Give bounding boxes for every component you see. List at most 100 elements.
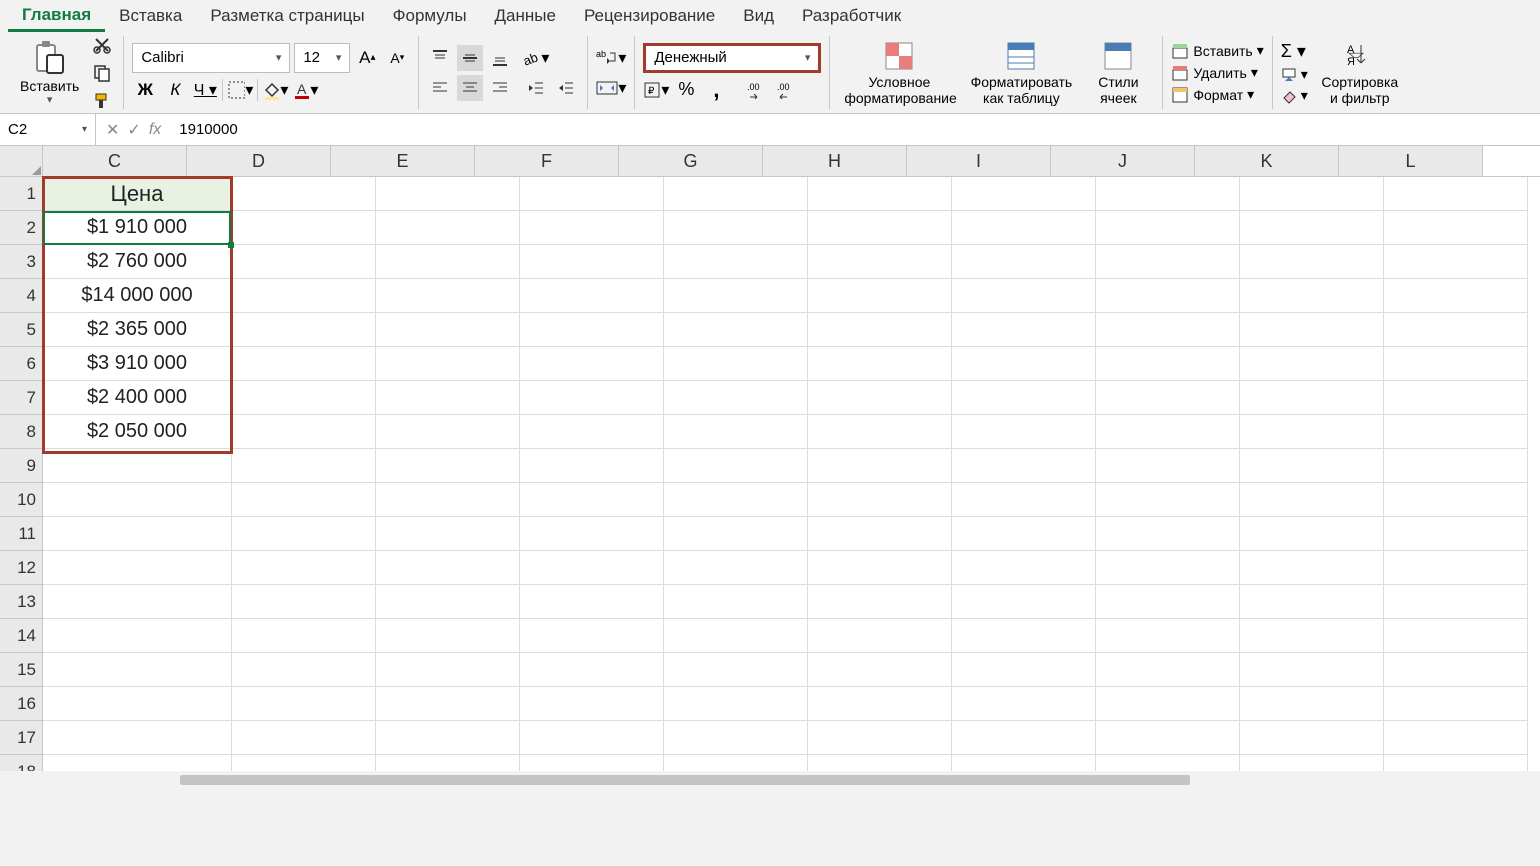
cell-H10[interactable]	[808, 483, 952, 517]
row-header-10[interactable]: 10	[0, 483, 43, 517]
cell-C6[interactable]: $3 910 000	[43, 347, 232, 381]
cell-I3[interactable]	[952, 245, 1096, 279]
cell-D14[interactable]	[232, 619, 376, 653]
cell-L12[interactable]	[1384, 551, 1528, 585]
cell-I15[interactable]	[952, 653, 1096, 687]
accounting-format-button[interactable]: ₽▾	[643, 77, 669, 103]
cell-D5[interactable]	[232, 313, 376, 347]
format-as-table-button[interactable]: Форматировать как таблицу	[960, 39, 1082, 106]
cell-H16[interactable]	[808, 687, 952, 721]
align-middle-button[interactable]	[457, 45, 483, 71]
row-header-6[interactable]: 6	[0, 347, 43, 381]
cell-H15[interactable]	[808, 653, 952, 687]
row-header-14[interactable]: 14	[0, 619, 43, 653]
cell-H12[interactable]	[808, 551, 952, 585]
cell-C7[interactable]: $2 400 000	[43, 381, 232, 415]
cell-G16[interactable]	[664, 687, 808, 721]
cell-H13[interactable]	[808, 585, 952, 619]
cell-L5[interactable]	[1384, 313, 1528, 347]
indent-increase-button[interactable]	[553, 75, 579, 101]
cell-F1[interactable]	[520, 177, 664, 211]
cell-K11[interactable]	[1240, 517, 1384, 551]
cell-I10[interactable]	[952, 483, 1096, 517]
cell-E10[interactable]	[376, 483, 520, 517]
cell-G14[interactable]	[664, 619, 808, 653]
cell-H9[interactable]	[808, 449, 952, 483]
conditional-format-button[interactable]: Условное форматирование	[838, 39, 960, 106]
cell-C3[interactable]: $2 760 000	[43, 245, 232, 279]
cell-C17[interactable]	[43, 721, 232, 755]
cell-K17[interactable]	[1240, 721, 1384, 755]
cell-F3[interactable]	[520, 245, 664, 279]
cell-E5[interactable]	[376, 313, 520, 347]
cell-E14[interactable]	[376, 619, 520, 653]
cell-C12[interactable]	[43, 551, 232, 585]
cell-K8[interactable]	[1240, 415, 1384, 449]
cell-D15[interactable]	[232, 653, 376, 687]
cell-F11[interactable]	[520, 517, 664, 551]
cell-C16[interactable]	[43, 687, 232, 721]
cell-J15[interactable]	[1096, 653, 1240, 687]
cell-I5[interactable]	[952, 313, 1096, 347]
cell-I12[interactable]	[952, 551, 1096, 585]
cell-C9[interactable]	[43, 449, 232, 483]
cell-F2[interactable]	[520, 211, 664, 245]
cell-D10[interactable]	[232, 483, 376, 517]
cell-E3[interactable]	[376, 245, 520, 279]
row-header-7[interactable]: 7	[0, 381, 43, 415]
cell-I6[interactable]	[952, 347, 1096, 381]
cell-C14[interactable]	[43, 619, 232, 653]
grow-font-button[interactable]: A▴	[354, 45, 380, 71]
cell-D6[interactable]	[232, 347, 376, 381]
name-box[interactable]: C2▾	[0, 114, 96, 145]
col-header-I[interactable]: I	[907, 146, 1051, 176]
cell-L13[interactable]	[1384, 585, 1528, 619]
cell-G12[interactable]	[664, 551, 808, 585]
comma-button[interactable]: ,	[703, 77, 729, 103]
cell-C1[interactable]: Цена	[43, 177, 232, 211]
cell-I8[interactable]	[952, 415, 1096, 449]
cell-K2[interactable]	[1240, 211, 1384, 245]
cell-F7[interactable]	[520, 381, 664, 415]
cell-K3[interactable]	[1240, 245, 1384, 279]
cell-J6[interactable]	[1096, 347, 1240, 381]
cell-L3[interactable]	[1384, 245, 1528, 279]
cell-C11[interactable]	[43, 517, 232, 551]
cell-C8[interactable]: $2 050 000	[43, 415, 232, 449]
row-header-8[interactable]: 8	[0, 415, 43, 449]
cell-J16[interactable]	[1096, 687, 1240, 721]
cell-F8[interactable]	[520, 415, 664, 449]
cell-G17[interactable]	[664, 721, 808, 755]
cell-J17[interactable]	[1096, 721, 1240, 755]
cell-L2[interactable]	[1384, 211, 1528, 245]
select-all-corner[interactable]	[0, 146, 43, 176]
cell-D12[interactable]	[232, 551, 376, 585]
cell-F17[interactable]	[520, 721, 664, 755]
cell-J7[interactable]	[1096, 381, 1240, 415]
cell-C10[interactable]	[43, 483, 232, 517]
cell-D17[interactable]	[232, 721, 376, 755]
cell-J1[interactable]	[1096, 177, 1240, 211]
cell-G15[interactable]	[664, 653, 808, 687]
cell-I17[interactable]	[952, 721, 1096, 755]
col-header-L[interactable]: L	[1339, 146, 1483, 176]
cell-I14[interactable]	[952, 619, 1096, 653]
cell-E15[interactable]	[376, 653, 520, 687]
cell-F15[interactable]	[520, 653, 664, 687]
cell-H4[interactable]	[808, 279, 952, 313]
cell-F16[interactable]	[520, 687, 664, 721]
cell-G5[interactable]	[664, 313, 808, 347]
cell-G1[interactable]	[664, 177, 808, 211]
cell-J4[interactable]	[1096, 279, 1240, 313]
cell-K10[interactable]	[1240, 483, 1384, 517]
cell-J5[interactable]	[1096, 313, 1240, 347]
cell-H1[interactable]	[808, 177, 952, 211]
cell-K6[interactable]	[1240, 347, 1384, 381]
cell-L15[interactable]	[1384, 653, 1528, 687]
cell-K5[interactable]	[1240, 313, 1384, 347]
cell-C13[interactable]	[43, 585, 232, 619]
tab-вид[interactable]: Вид	[729, 2, 788, 30]
cell-I13[interactable]	[952, 585, 1096, 619]
cell-J12[interactable]	[1096, 551, 1240, 585]
cell-E8[interactable]	[376, 415, 520, 449]
